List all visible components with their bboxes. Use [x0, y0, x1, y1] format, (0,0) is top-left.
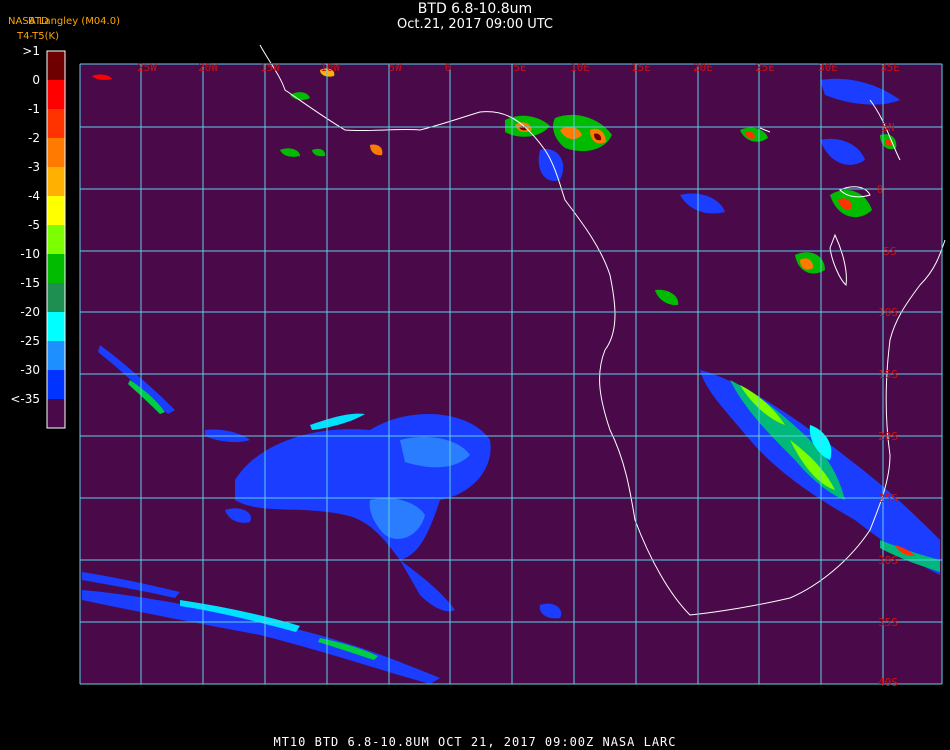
lon-label: 35E — [880, 61, 900, 74]
lat-label: 40S — [878, 676, 898, 689]
lon-label: 5W — [388, 61, 402, 74]
band-label-top: BTD — [28, 16, 49, 27]
chart-title: BTD 6.8-10.8um — [417, 1, 533, 17]
lat-label: 30S — [878, 554, 898, 567]
legend-label: -3 — [28, 160, 40, 174]
lon-label: 20E — [693, 61, 713, 74]
lon-label: 20W — [198, 61, 218, 74]
lat-label: 0 — [877, 183, 884, 196]
legend-label: <-35 — [10, 392, 40, 406]
lon-label: 15E — [631, 61, 651, 74]
legend-label: -25 — [20, 334, 40, 348]
legend-label: -20 — [20, 305, 40, 319]
lon-label: 25W — [137, 61, 157, 74]
legend-label: -4 — [28, 189, 40, 203]
legend-label: -5 — [28, 218, 40, 232]
satellite-map: 25W 20W 15W 10W 5W 0 5E 10E 15E 20E 25E … — [46, 44, 946, 689]
lon-label: 25E — [755, 61, 775, 74]
legend-label: >1 — [22, 44, 40, 58]
lon-label: 10E — [570, 61, 590, 74]
legend-label: 0 — [32, 73, 40, 87]
lon-label: 5E — [513, 61, 526, 74]
legend-label: -15 — [20, 276, 40, 290]
lat-label: 10S — [878, 306, 898, 319]
lat-label: 5N — [881, 121, 894, 134]
lat-label: 35S — [878, 616, 898, 629]
lat-label: 5S — [883, 245, 896, 258]
lon-label: 15W — [260, 61, 280, 74]
lat-label: 15S — [878, 368, 898, 381]
lon-label: 10W — [320, 61, 340, 74]
legend-label: -10 — [20, 247, 40, 261]
lon-label: 30E — [818, 61, 838, 74]
legend-label: -2 — [28, 131, 40, 145]
lat-label: 25S — [878, 492, 898, 505]
legend-label: -30 — [20, 363, 40, 377]
lat-label: 20S — [878, 430, 898, 443]
credit-text: NASA Langley (M04.0) — [8, 16, 120, 27]
chart-timestamp: Oct.21, 2017 09:00 UTC — [397, 17, 553, 32]
legend-label: -1 — [28, 102, 40, 116]
lon-label: 0 — [445, 61, 452, 74]
footer-caption: MT10 BTD 6.8-10.8UM OCT 21, 2017 09:00Z … — [273, 735, 677, 749]
legend-labels: >1 0 -1 -2 -3 -4 -5 -10 -15 -20 -25 -30 <-35 — [0, 40, 80, 410]
